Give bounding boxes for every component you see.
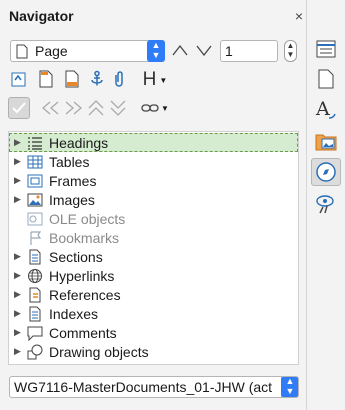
tree-item-label: Comments — [49, 324, 117, 341]
tree-item-label: Indexes — [49, 305, 99, 322]
table-icon — [27, 154, 43, 170]
expand-icon[interactable]: ▶ — [14, 327, 21, 338]
chevron-updown-icon: ▲ ▼ — [281, 377, 298, 397]
heading-levels-button[interactable]: H ▼ — [140, 69, 170, 90]
drawing-icon — [27, 344, 43, 360]
tree-item-bookmarks[interactable]: Bookmarks — [9, 228, 298, 247]
demote-chapter-icon[interactable] — [62, 101, 84, 115]
tree-item-headings[interactable]: ▶ Headings — [9, 133, 298, 152]
drag-mode-button[interactable]: ▼ — [140, 97, 170, 119]
tree-item-label: Drawing objects — [49, 343, 149, 360]
sidebar-tab-gallery[interactable] — [311, 127, 341, 155]
move-chapter-up-icon[interactable] — [87, 99, 105, 117]
tree-item-label: Bookmarks — [49, 229, 120, 246]
sidebar-tabbar: A — [306, 0, 345, 410]
reference-icon — [27, 287, 43, 303]
comment-icon — [27, 325, 43, 341]
sidebar-tab-properties[interactable] — [311, 65, 341, 93]
svg-text:A: A — [315, 98, 330, 120]
gallery-icon — [315, 134, 337, 151]
tree-item-label: Images — [49, 191, 95, 208]
page-number-spin[interactable]: ▲ ▼ — [284, 40, 297, 62]
previous-arrow-icon[interactable] — [172, 44, 188, 56]
anchor-icon[interactable] — [88, 70, 106, 88]
frame-icon — [27, 173, 43, 189]
sidebar-settings-icon — [316, 40, 336, 58]
page-icon — [16, 44, 28, 59]
tree-item-references[interactable]: ▶ References — [9, 285, 298, 304]
sidebar-tab-styles[interactable]: A — [311, 95, 341, 123]
tree-item-indexes[interactable]: ▶ Indexes — [9, 304, 298, 323]
next-arrow-icon[interactable] — [196, 44, 212, 56]
chevron-down-icon: ▼ — [159, 75, 168, 85]
tree-item-sections[interactable]: ▶ Sections — [9, 247, 298, 266]
footer-icon[interactable] — [64, 70, 80, 88]
content-navigation-icon[interactable] — [10, 70, 28, 88]
link-icon — [141, 104, 159, 112]
checkmark-icon — [12, 102, 26, 114]
promote-chapter-icon[interactable] — [40, 101, 62, 115]
document-select[interactable]: WG7116-MasterDocuments_01-JHW (act ▲ ▼ — [9, 376, 299, 398]
section-icon — [27, 249, 43, 265]
navigate-by-select[interactable]: Page ▲ ▼ — [10, 40, 165, 62]
content-view-toggle[interactable] — [8, 97, 30, 119]
expand-icon[interactable]: ▶ — [14, 289, 21, 300]
tree-item-label: Hyperlinks — [49, 267, 115, 284]
styles-icon: A — [315, 98, 336, 120]
tree-item-label: Headings — [49, 134, 109, 151]
expand-icon[interactable]: ▶ — [14, 194, 21, 205]
header-icon[interactable] — [38, 70, 54, 88]
tree-item-frames[interactable]: ▶ Frames — [9, 171, 298, 190]
expand-icon[interactable]: ▶ — [14, 156, 21, 167]
tree-item-comments[interactable]: ▶ Comments — [9, 323, 298, 342]
image-icon — [27, 192, 43, 208]
tree-item-images[interactable]: ▶ Images — [9, 190, 298, 209]
document-select-value: WG7116-MasterDocuments_01-JHW (act — [14, 379, 273, 395]
sidebar-menu-button[interactable] — [311, 35, 341, 63]
navigate-by-value: Page — [35, 43, 68, 59]
tree-item-label: References — [49, 286, 121, 303]
inspector-icon — [316, 195, 334, 214]
content-tree[interactable]: ▶ Headings ▶ Tables ▶ Frames ▶ Images OL… — [8, 131, 299, 365]
tree-item-tables[interactable]: ▶ Tables — [9, 152, 298, 171]
ole-icon — [27, 211, 43, 227]
heading-icon: H — [142, 69, 157, 90]
globe-icon — [27, 268, 43, 284]
tree-item-ole-objects[interactable]: OLE objects — [9, 209, 298, 228]
tree-item-label: Sections — [49, 248, 103, 265]
tree-item-drawing-objects[interactable]: ▶ Drawing objects — [9, 342, 298, 361]
headings-icon — [27, 135, 43, 151]
chevron-updown-icon: ▲ ▼ — [147, 40, 165, 62]
index-icon — [27, 306, 43, 322]
chevron-down-icon: ▼ — [161, 103, 169, 113]
expand-icon[interactable]: ▶ — [14, 346, 21, 357]
expand-icon[interactable]: ▶ — [14, 175, 21, 186]
expand-icon[interactable]: ▶ — [14, 137, 21, 148]
tree-item-label: Frames — [49, 172, 97, 189]
panel-title: Navigator — [9, 8, 74, 24]
expand-icon[interactable]: ▶ — [14, 270, 21, 281]
expand-icon[interactable]: ▶ — [14, 308, 21, 319]
expand-icon[interactable]: ▶ — [14, 251, 21, 262]
tree-item-label: OLE objects — [49, 210, 126, 227]
move-chapter-down-icon[interactable] — [109, 99, 127, 117]
document-icon — [318, 69, 334, 89]
sidebar-tab-navigator[interactable] — [311, 158, 341, 186]
bookmark-icon — [27, 230, 43, 246]
page-number-input[interactable]: 1 — [220, 40, 278, 62]
attachment-icon[interactable] — [112, 70, 126, 88]
sidebar-tab-style-inspector[interactable] — [311, 190, 341, 218]
compass-icon — [316, 162, 336, 182]
tree-item-hyperlinks[interactable]: ▶ Hyperlinks — [9, 266, 298, 285]
tree-item-label: Tables — [49, 153, 90, 170]
